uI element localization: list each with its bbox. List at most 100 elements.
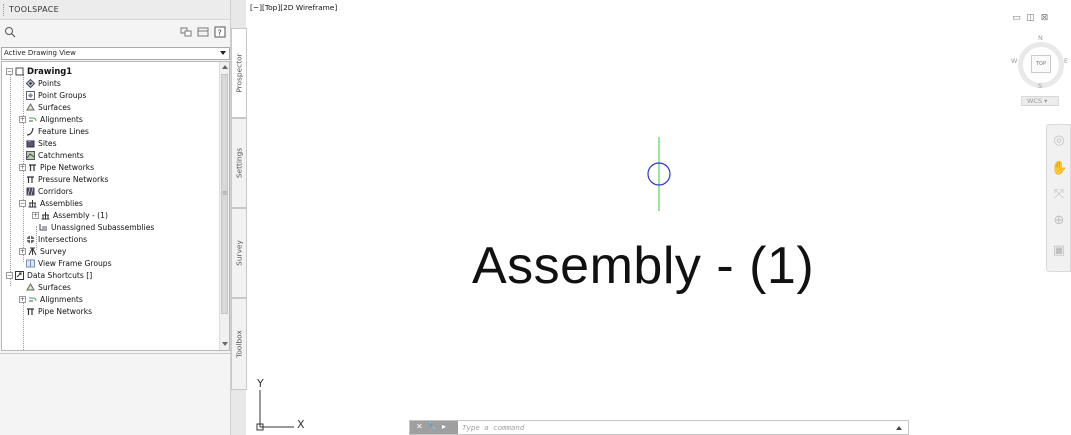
survey-icon [28,247,37,255]
tree-item-shortcut-surfaces[interactable]: Surfaces [26,281,71,293]
command-line-tools: ✕ 🔧 ▸ [410,421,458,434]
chevron-down-icon[interactable] [220,51,226,55]
command-line: ✕ 🔧 ▸ [409,420,909,435]
expand-toggle[interactable]: + [32,211,39,219]
ucs-y-label: Y [256,377,264,390]
collapse-toggle[interactable]: − [6,67,13,75]
tree-item-sites[interactable]: Sites [26,137,57,149]
navigation-bar: ◎ ✋ ⤧ ⊕ ▣ [1046,124,1071,272]
help-icon[interactable]: ? [214,26,226,38]
pressure-networks-icon [27,175,34,183]
viewport-controls-label[interactable]: [−][Top][2D Wireframe] [250,3,337,12]
drawing-icon [15,67,24,75]
compass-west[interactable]: W [1011,57,1017,65]
compass-north[interactable]: N [1038,34,1043,42]
collapse-toggle[interactable]: − [19,199,26,207]
recent-commands-icon[interactable]: ▸ [442,422,446,431]
ucs-icon: Y X [256,377,305,431]
sites-icon [26,139,35,147]
points-icon [26,78,35,88]
tree-scrollbar[interactable] [219,62,229,350]
restore-icon[interactable]: ◫ [1026,14,1035,23]
tree-item-data-shortcuts[interactable]: − Data Shortcuts [] [6,269,92,281]
feature-lines-icon [26,127,34,136]
ucs-x-label: X [297,418,305,431]
tab-toolbox[interactable]: Toolbox [231,298,247,390]
tree-item-assembly-1[interactable]: + Assembly - (1) [32,209,108,221]
toolspace-panel: TOOLSPACE ? Active Drawing View − Drawin… [0,0,247,435]
alignments-icon [29,297,37,301]
tab-survey[interactable]: Survey [231,208,247,298]
tree-item-shortcut-alignments[interactable]: + Alignments [19,293,83,305]
zoom-icon[interactable] [4,26,16,38]
tree-item-survey[interactable]: + Survey [19,245,66,257]
active-view-select-value: Active Drawing View [4,49,76,57]
pan-icon[interactable]: ✋ [1051,161,1067,177]
viewcube-top-face[interactable]: TOP [1031,55,1051,73]
tab-prospector[interactable]: Prospector [231,28,247,118]
tree-item-corridors[interactable]: Corridors [26,185,73,197]
scroll-down-icon[interactable] [222,342,228,346]
expand-toggle[interactable]: + [19,247,26,255]
tree-item-surfaces[interactable]: Surfaces [26,101,71,113]
pipe-networks-icon [29,163,36,171]
minimize-icon[interactable]: ▭ [1012,14,1021,23]
assembly-icon [41,211,50,219]
assembly-name-label: Assembly - (1) [472,237,815,295]
wcs-menu[interactable]: WCS ▾ [1021,96,1059,106]
tree-item-point-groups[interactable]: Point Groups [26,89,86,101]
scroll-up-icon[interactable] [222,65,228,69]
tree-item-shortcut-pipe-networks[interactable]: Pipe Networks [26,305,92,317]
collapse-toggle[interactable]: − [6,271,13,279]
command-history-expand-icon[interactable] [896,426,902,430]
data-shortcuts-icon [15,270,24,280]
tree-item-drawing1[interactable]: − Drawing1 [6,65,72,77]
compass-south[interactable]: S [1038,82,1042,90]
svg-text:?: ? [218,29,222,38]
orbit-icon[interactable]: ⊕ [1051,213,1067,229]
view-frame-groups-icon [26,259,35,267]
command-input[interactable] [462,421,892,434]
active-view-select[interactable]: Active Drawing View [1,47,230,60]
tree-item-unassigned-subassemblies[interactable]: Unassigned Subassemblies [39,221,154,233]
tree-item-view-frame-groups[interactable]: View Frame Groups [26,257,112,269]
compass-east[interactable]: E [1064,57,1068,65]
intersections-icon [26,235,35,243]
steering-wheel-icon[interactable]: ◎ [1051,133,1067,149]
tree-item-pipe-networks[interactable]: + Pipe Networks [19,161,94,173]
customize-wrench-icon[interactable]: 🔧 [427,422,437,431]
point-groups-icon [26,90,35,100]
tree-item-catchments[interactable]: Catchments [26,149,84,161]
tree-item-points[interactable]: Points [26,77,61,89]
toolspace-title-bar[interactable]: TOOLSPACE [0,0,230,20]
zoom-extents-icon[interactable]: ⤧ [1051,187,1067,203]
tree-item-assemblies[interactable]: − Assemblies [19,197,83,209]
close-icon[interactable]: ✕ [416,422,423,431]
pipe-networks-icon [27,307,34,315]
alignments-icon [29,117,37,121]
tab-settings[interactable]: Settings [231,118,247,208]
catchments-icon [26,150,35,160]
showmotion-icon[interactable]: ▣ [1051,243,1067,259]
tree-item-pressure-networks[interactable]: Pressure Networks [26,173,109,185]
expand-toggle[interactable]: + [19,295,26,303]
tree-connector [10,74,11,286]
item-view-pane [0,353,230,435]
viewport-window-controls: ▭ ◫ ⊠ [1012,14,1049,23]
tree-item-alignments[interactable]: + Alignments [19,113,83,125]
panel-grip[interactable] [3,4,5,16]
assemblies-icon [28,199,37,207]
tree-item-feature-lines[interactable]: Feature Lines [26,125,89,137]
prospector-tree: − Drawing1 Points Point Groups Surfaces … [1,61,230,351]
expand-toggle[interactable]: + [19,163,26,171]
item-view-icon[interactable] [180,26,192,38]
scroll-thumb[interactable] [221,74,228,314]
toolspace-title: TOOLSPACE [9,5,60,14]
viewcube[interactable]: N S E W TOP WCS ▾ [1010,32,1071,122]
panel-view-icon[interactable] [197,26,209,38]
tree-connector [23,298,24,350]
tree-item-intersections[interactable]: Intersections [26,233,87,245]
assembly-baseline-marker[interactable] [644,137,674,211]
expand-toggle[interactable]: + [19,115,26,123]
close-icon[interactable]: ⊠ [1040,14,1049,23]
